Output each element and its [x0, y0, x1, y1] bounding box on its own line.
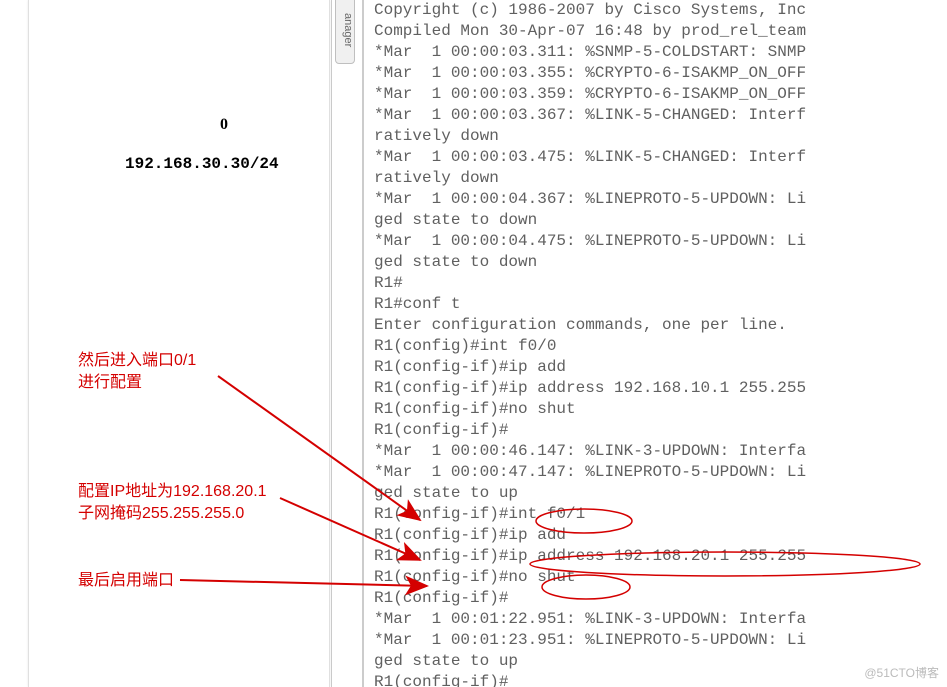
terminal-line: ged state to up [374, 651, 943, 672]
terminal-line: ged state to up [374, 483, 943, 504]
terminal-line: Compiled Mon 30-Apr-07 16:48 by prod_rel… [374, 21, 943, 42]
terminal-line: *Mar 1 00:00:04.475: %LINEPROTO-5-UPDOWN… [374, 231, 943, 252]
terminal-line: Copyright (c) 1986-2007 by Cisco Systems… [374, 0, 943, 21]
terminal-line: *Mar 1 00:01:23.951: %LINEPROTO-5-UPDOWN… [374, 630, 943, 651]
terminal-line: *Mar 1 00:00:03.367: %LINK-5-CHANGED: In… [374, 105, 943, 126]
terminal-line: ratively down [374, 126, 943, 147]
terminal-line: R1(config)#int f0/0 [374, 336, 943, 357]
terminal-line: R1(config-if)#no shut [374, 567, 943, 588]
terminal-line: R1# [374, 273, 943, 294]
terminal-line: *Mar 1 00:00:04.367: %LINEPROTO-5-UPDOWN… [374, 189, 943, 210]
panel-tab-manager[interactable]: anager [335, 0, 355, 64]
terminal-line: ged state to down [374, 210, 943, 231]
label-zero: 0 [220, 116, 228, 134]
terminal-line: R1(config-if)#ip address 192.168.20.1 25… [374, 546, 943, 567]
terminal-line: R1(config-if)#ip address 192.168.10.1 25… [374, 378, 943, 399]
terminal-output: Copyright (c) 1986-2007 by Cisco Systems… [364, 0, 947, 687]
terminal-line: Enter configuration commands, one per li… [374, 315, 943, 336]
terminal-line: *Mar 1 00:01:22.951: %LINK-3-UPDOWN: Int… [374, 609, 943, 630]
label-ip: 192.168.30.30/24 [125, 155, 279, 173]
terminal-line: R1(config-if)# [374, 420, 943, 441]
terminal-line: *Mar 1 00:00:47.147: %LINEPROTO-5-UPDOWN… [374, 462, 943, 483]
annotation-ip: 配置IP地址为192.168.20.1 子网掩码255.255.255.0 [78, 481, 267, 526]
left-panel: 0 192.168.30.30/24 然后进入端口0/1 进行配置 配置IP地址… [0, 0, 332, 687]
terminal-line: R1(config-if)#int f0/1 [374, 504, 943, 525]
terminal-line: *Mar 1 00:00:03.311: %SNMP-5-COLDSTART: … [374, 42, 943, 63]
app-root: 0 192.168.30.30/24 然后进入端口0/1 进行配置 配置IP地址… [0, 0, 947, 687]
annotation-enable: 最后启用端口 [78, 570, 174, 592]
terminal-line: R1(config-if)# [374, 672, 943, 687]
terminal-line: *Mar 1 00:00:03.475: %LINK-5-CHANGED: In… [374, 147, 943, 168]
watermark-text: @51CTO博客 [864, 664, 939, 681]
terminal-line: R1(config-if)# [374, 588, 943, 609]
terminal-line: *Mar 1 00:00:03.359: %CRYPTO-6-ISAKMP_ON… [374, 84, 943, 105]
terminal-line: R1(config-if)#ip add [374, 357, 943, 378]
terminal-line: R1#conf t [374, 294, 943, 315]
terminal-line: *Mar 1 00:00:03.355: %CRYPTO-6-ISAKMP_ON… [374, 63, 943, 84]
annotation-port: 然后进入端口0/1 进行配置 [78, 350, 196, 395]
terminal-line: *Mar 1 00:00:46.147: %LINK-3-UPDOWN: Int… [374, 441, 943, 462]
terminal-line: ged state to down [374, 252, 943, 273]
document-area [28, 0, 330, 687]
terminal-panel[interactable]: Copyright (c) 1986-2007 by Cisco Systems… [362, 0, 947, 687]
terminal-line: R1(config-if)#ip add [374, 525, 943, 546]
terminal-line: ratively down [374, 168, 943, 189]
terminal-line: R1(config-if)#no shut [374, 399, 943, 420]
